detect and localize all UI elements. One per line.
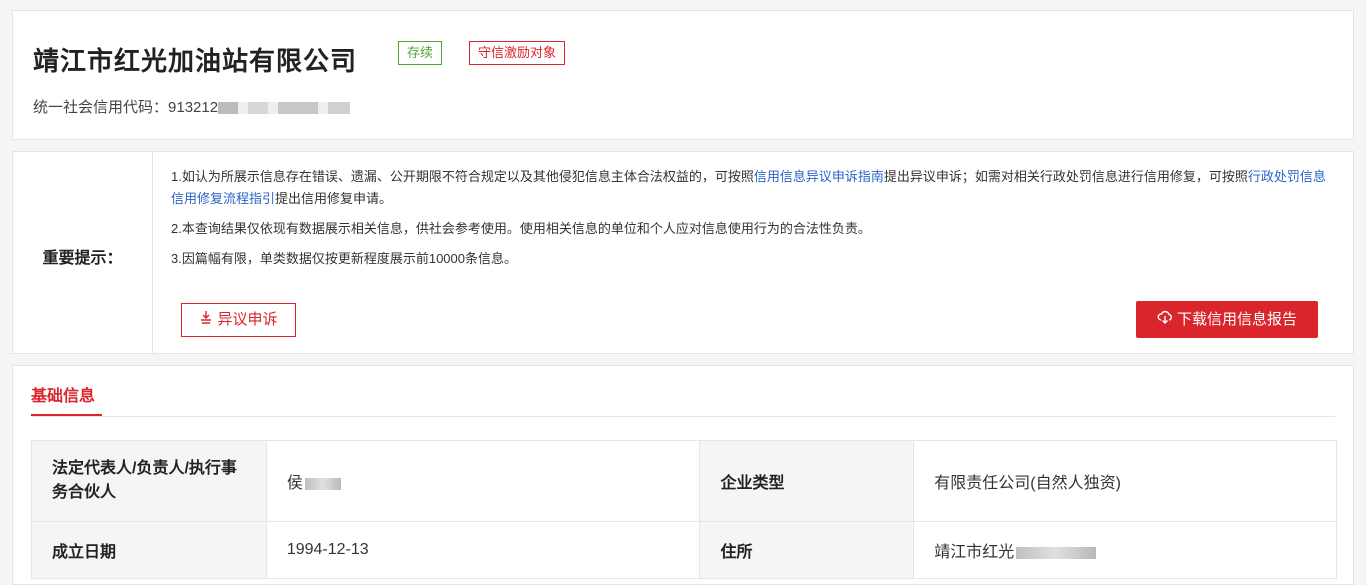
appeal-button[interactable]: 异议申诉	[181, 303, 296, 337]
legal-rep-value: 侯	[265, 440, 701, 522]
notice-item-3: 3.因篇幅有限，单类数据仅按更新程度展示前10000条信息。	[171, 251, 517, 266]
company-type-value: 有限责任公司(自然人独资)	[913, 440, 1337, 522]
credit-code-row: 统一社会信用代码：913212	[33, 96, 351, 117]
credit-code-label: 统一社会信用代码：	[33, 99, 169, 116]
cloud-download-icon	[1157, 301, 1173, 338]
credit-code-value: 913212	[168, 99, 219, 116]
notice-text: 提出异议申诉；如需对相关行政处罚信息进行信用修复，可按照	[883, 169, 1248, 184]
notice-item-1: 1.如认为所展示信息存在错误、遗漏、公开期限不符合规定以及其他侵犯信息主体合法权…	[171, 166, 1335, 210]
address-value: 靖江市红光	[913, 521, 1337, 579]
basic-info-table: 法定代表人/负责人/执行事务合伙人 侯 企业类型 有限责任公司(自然人独资) 成…	[31, 440, 1337, 579]
section-title: 基础信息	[31, 388, 96, 405]
basic-info-card: 基础信息 法定代表人/负责人/执行事务合伙人 侯 企业类型 有限责任公司(自然人…	[12, 365, 1354, 585]
company-name: 靖江市红光加油站有限公司	[33, 46, 358, 76]
legal-rep-name: 侯	[286, 475, 303, 492]
table-row: 法定代表人/负责人/执行事务合伙人 侯 企业类型 有限责任公司(自然人独资)	[31, 440, 1337, 522]
table-row: 成立日期 1994-12-13 住所 靖江市红光	[31, 521, 1337, 579]
important-notice: 重要提示： 1.如认为所展示信息存在错误、遗漏、公开期限不符合规定以及其他侵犯信…	[12, 151, 1354, 354]
company-type-label: 企业类型	[699, 440, 915, 522]
download-report-button[interactable]: 下载信用信息报告	[1136, 301, 1318, 338]
appeal-button-label: 异议申诉	[217, 311, 278, 328]
legal-rep-label: 法定代表人/负责人/执行事务合伙人	[31, 440, 267, 522]
company-header: 靖江市红光加油站有限公司 存续 守信激励对象 统一社会信用代码：913212	[12, 10, 1354, 140]
address-label: 住所	[699, 521, 915, 579]
notice-text: 提出信用修复申请。	[275, 191, 393, 206]
notice-text: 1.如认为所展示信息存在错误、遗漏、公开期限不符合规定以及其他侵犯信息主体合法权…	[171, 169, 754, 184]
appeal-icon	[199, 304, 213, 336]
appeal-guide-link[interactable]: 信用信息异议申诉指南	[754, 169, 884, 184]
legal-rep-mask	[304, 477, 341, 490]
incentive-badge: 守信激励对象	[469, 41, 566, 65]
address-mask	[1016, 546, 1097, 559]
notice-body: 1.如认为所展示信息存在错误、遗漏、公开期限不符合规定以及其他侵犯信息主体合法权…	[171, 166, 1335, 278]
notice-item-2: 2.本查询结果仅依现有数据展示相关信息，供社会参考使用。使用相关信息的单位和个人…	[171, 221, 871, 236]
founding-date-label: 成立日期	[31, 521, 267, 579]
status-badge: 存续	[398, 41, 443, 65]
address-text: 靖江市红光	[934, 544, 1015, 561]
section-divider	[31, 416, 1335, 417]
section-active-underline	[31, 414, 102, 416]
download-button-label: 下载信用信息报告	[1176, 311, 1297, 328]
founding-date-value: 1994-12-13	[265, 521, 701, 579]
notice-title: 重要提示：	[42, 250, 123, 267]
credit-code-mask	[218, 102, 351, 115]
notice-label-cell: 重要提示：	[13, 152, 153, 353]
